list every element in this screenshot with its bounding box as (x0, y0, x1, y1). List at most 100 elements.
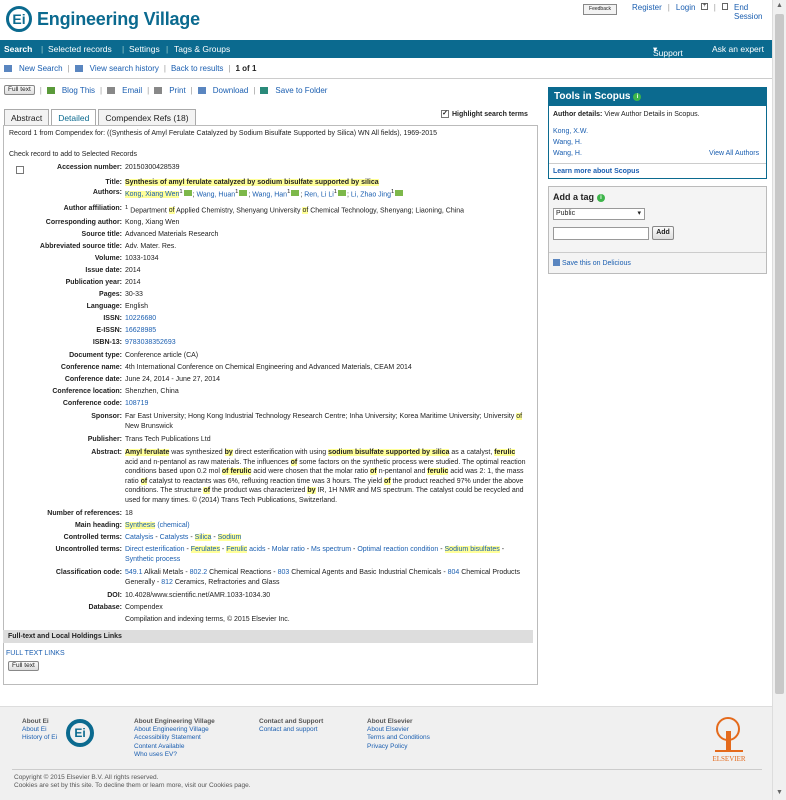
email-author-icon[interactable] (291, 190, 300, 197)
info-icon[interactable]: i (597, 194, 606, 202)
isbn-link[interactable]: 9783038352693 (125, 338, 530, 348)
scroll-up-icon[interactable]: ▲ (776, 2, 783, 9)
term-link[interactable]: Synthetic process (125, 556, 180, 563)
class-code-link[interactable]: 549.1 (125, 569, 143, 576)
tag-input[interactable] (553, 227, 649, 240)
main-nav: Search | Selected records | Settings | T… (0, 40, 772, 58)
scroll-thumb[interactable] (775, 14, 784, 694)
ev-logo[interactable]: Ei Engineering Village (6, 6, 200, 32)
confdate-value: June 24, 2014 - June 27, 2014 (125, 376, 220, 383)
nav-search[interactable]: Search (4, 44, 32, 54)
author-link[interactable]: Ren, Li Li (304, 191, 334, 198)
class-code-link[interactable]: 804 (448, 569, 460, 576)
view-all-authors-link[interactable]: View All Authors (709, 150, 759, 157)
term-link[interactable]: Direct esterification (125, 546, 185, 553)
term-link[interactable]: Catalysts (160, 534, 189, 541)
delicious-link-row[interactable]: Save this on Delicious (553, 259, 631, 267)
record-query-line: Record 1 from Compendex for: ((Synthesis… (9, 130, 437, 137)
field-label: Uncontrolled terms: (55, 546, 122, 553)
issn-link[interactable]: 10226680 (125, 314, 530, 324)
term-link[interactable]: Optimal reaction condition (357, 546, 438, 553)
highlight-toggle[interactable]: ✓ Highlight search terms (441, 110, 528, 118)
nav-support[interactable]: Support ▾ (653, 44, 683, 58)
end-session-icon (721, 3, 728, 10)
history-icon (74, 65, 83, 72)
login-expand-icon[interactable]: + (701, 3, 708, 10)
vertical-scrollbar[interactable]: ▲ ▼ (772, 0, 786, 800)
footer-link[interactable]: Contact and support (259, 726, 318, 733)
full-text-button-bottom[interactable]: Full text (8, 661, 39, 671)
scopus-author-link[interactable]: Wang, H. (553, 150, 582, 157)
footer-link[interactable]: History of Ei (22, 734, 57, 741)
register-link[interactable]: Register (632, 3, 662, 21)
tab-abstract[interactable]: Abstract (4, 109, 50, 125)
print-link[interactable]: Print (169, 86, 185, 95)
eissn-link[interactable]: 16628985 (125, 326, 530, 336)
term-link[interactable]: (chemical) (157, 522, 189, 529)
elsevier-logo: ELSEVIER (707, 717, 751, 763)
feedback-button[interactable]: Feedback (583, 4, 617, 15)
footer-link[interactable]: About Elsevier (367, 726, 409, 733)
scopus-author-link[interactable]: Kong, X.W. (553, 128, 588, 135)
nav-selected-records[interactable]: Selected records (48, 44, 112, 54)
footer-link[interactable]: About Ei (22, 726, 47, 733)
save-folder-link[interactable]: Save to Folder (275, 86, 327, 95)
add-tag-button[interactable]: Add (652, 226, 674, 240)
term-link[interactable]: Ferulates (190, 546, 220, 553)
term-link[interactable]: Silica (194, 534, 212, 541)
author-link[interactable]: Kong, Xiang Wen (125, 191, 180, 199)
download-link[interactable]: Download (213, 86, 249, 95)
term-link[interactable]: Ferulic acids (226, 546, 266, 553)
footer-col-ev: About Engineering Village About Engineer… (134, 718, 215, 758)
term-link[interactable]: Sodium (217, 534, 242, 541)
end-session-link[interactable]: End Session (734, 3, 772, 21)
class-code-link[interactable]: 803 (278, 569, 290, 576)
email-link[interactable]: Email (122, 86, 142, 95)
fulltext-links[interactable]: FULL TEXT LINKS (6, 650, 65, 657)
footer-link[interactable]: Privacy Policy (367, 743, 407, 750)
tab-detailed[interactable]: Detailed (51, 109, 97, 126)
field-label: ISBN-13: (92, 339, 122, 346)
new-search-link[interactable]: New Search (19, 64, 63, 73)
footer-link[interactable]: Content Available (134, 743, 184, 750)
class-code-link[interactable]: 802.2 (190, 569, 208, 576)
tab-compendex-refs[interactable]: Compendex Refs (18) (98, 109, 196, 125)
email-author-icon[interactable] (183, 190, 192, 197)
class-code-link[interactable]: 812 (161, 579, 173, 586)
tag-visibility-select[interactable]: Public ▾ (553, 208, 645, 220)
highlight-checkbox[interactable]: ✓ (441, 110, 449, 118)
term-link[interactable]: Sodium bisulfates (444, 546, 500, 553)
term-link[interactable]: Ms spectrum (311, 546, 351, 553)
full-text-button[interactable]: Full text (4, 85, 35, 95)
footer-link[interactable]: About Engineering Village (134, 726, 209, 733)
blog-link[interactable]: Blog This (62, 86, 95, 95)
view-history-link[interactable]: View search history (90, 64, 159, 73)
delicious-link[interactable]: Save this on Delicious (562, 260, 631, 267)
footer-cookies: Cookies are set by this site. To decline… (14, 782, 251, 789)
learn-scopus-link[interactable]: Learn more about Scopus (553, 168, 639, 175)
footer-link[interactable]: Who uses EV? (134, 751, 177, 758)
nav-ask-expert[interactable]: Ask an expert (712, 44, 764, 54)
term-link[interactable]: Catalysis (125, 534, 153, 541)
term-link[interactable]: Synthesis (125, 522, 156, 529)
title-value: Synthesis of amyl ferulate catalyzed by … (125, 179, 379, 186)
email-author-icon[interactable] (395, 190, 404, 197)
author-link[interactable]: Wang, Han (252, 191, 287, 198)
nav-settings[interactable]: Settings (129, 44, 160, 54)
field-label: Controlled terms: (63, 534, 122, 541)
authors-value: Kong, Xiang Wen1; Wang, Huan1; Wang, Han… (125, 188, 530, 200)
scopus-author-link[interactable]: Wang, H. (553, 139, 582, 146)
footer-link[interactable]: Terms and Conditions (367, 734, 430, 741)
scroll-down-icon[interactable]: ▼ (776, 789, 783, 796)
term-link[interactable]: Molar ratio (272, 546, 305, 553)
confcode-link[interactable]: 108719 (125, 399, 530, 409)
info-icon[interactable]: i (633, 93, 642, 101)
author-link[interactable]: Wang, Huan (197, 191, 236, 198)
back-to-results-link[interactable]: Back to results (171, 64, 223, 73)
email-author-icon[interactable] (338, 190, 347, 197)
email-author-icon[interactable] (239, 190, 248, 197)
footer-link[interactable]: Accessibility Statement (134, 734, 201, 741)
nav-tags-groups[interactable]: Tags & Groups (174, 44, 230, 54)
author-link[interactable]: Li, Zhao Jing (351, 191, 391, 198)
login-link[interactable]: Login (676, 3, 696, 21)
